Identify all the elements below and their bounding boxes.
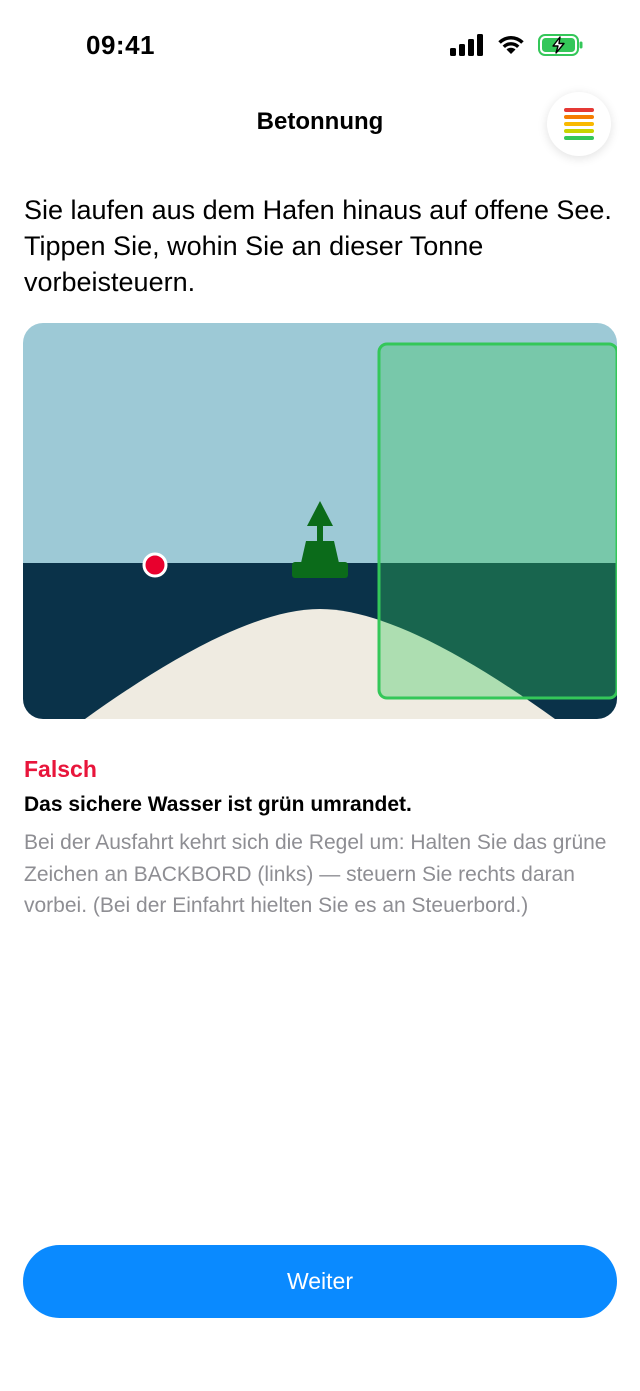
continue-button[interactable]: Weiter [23,1245,617,1318]
battery-charging-icon [538,34,583,56]
feedback-explanation: Bei der Ausfahrt kehrt sich die Regel um… [24,831,607,917]
status-time: 09:41 [86,30,155,60]
progress-bar-segment [564,108,594,112]
progress-bar-segment [564,136,594,140]
progress-bar-segment [564,115,594,119]
feedback-title: Das sichere Wasser ist grün umrandet. [24,793,412,816]
progress-menu-button[interactable] [547,92,611,156]
wifi-icon [498,35,524,54]
screen: 09:41 Betonnung Sie laufen aus dem Hafen… [0,0,640,1391]
status-bar: 09:41 [0,0,640,90]
cellular-signal-icon [450,34,483,56]
buoy-scene[interactable] [23,323,617,719]
question-text: Sie laufen aus dem Hafen hinaus auf offe… [24,195,612,297]
progress-bar-segment [564,129,594,133]
feedback-status: Falsch [24,756,97,782]
safe-water-area[interactable] [377,342,617,700]
progress-bar-segment [564,122,594,126]
status-icons [450,34,584,56]
tap-marker-icon [142,552,168,578]
page-title: Betonnung [256,108,384,135]
progress-bars-icon [564,108,594,140]
